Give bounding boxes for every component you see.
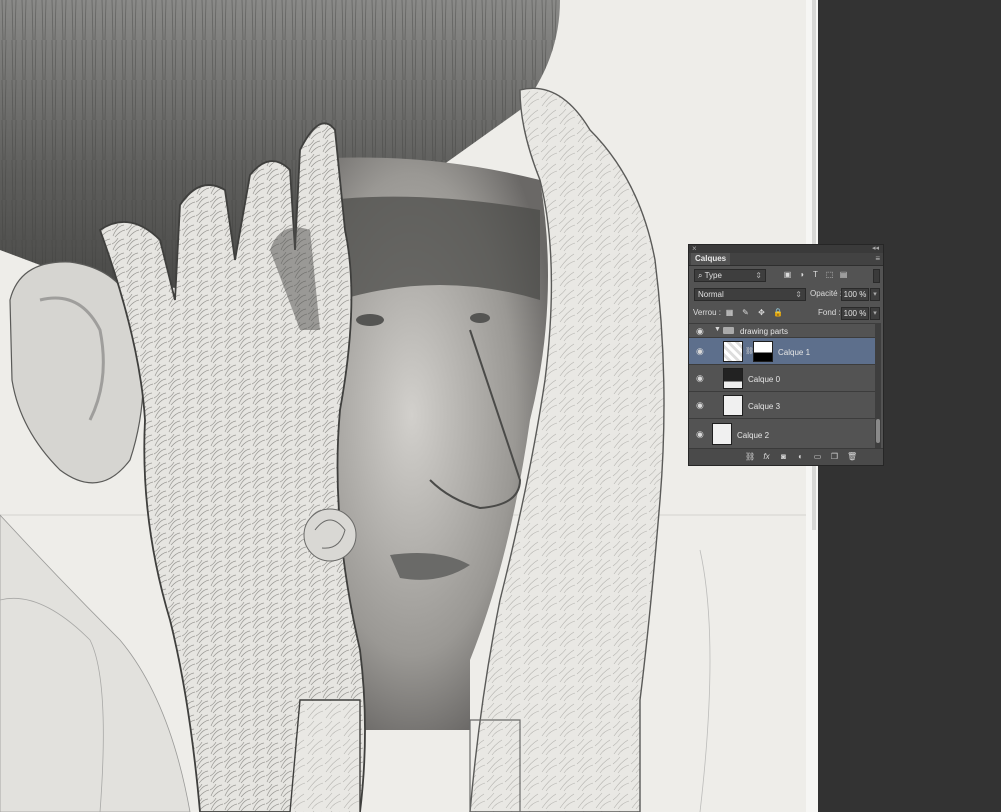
filter-type-select[interactable]: ⌕ Type ⇕ [694,269,766,282]
layer-group-drawing-parts[interactable]: ◉ ▼ drawing parts [689,323,876,337]
new-layer-icon[interactable]: ❐ [830,452,839,461]
eye-icon[interactable]: ◉ [696,400,704,411]
smart-object-filter-icon[interactable]: ▤ [839,270,848,279]
tab-calques[interactable]: Calques [691,253,731,265]
layer-calque-3[interactable]: ◉ Calque 3 [689,391,876,418]
eye-icon[interactable]: ◉ [696,326,704,337]
close-icon[interactable]: × [692,244,697,253]
add-mask-icon[interactable]: ◙ [779,452,788,461]
layer-name: Calque 3 [748,402,781,411]
lock-row: Verrou : ▦ ✎ ✥ 🔒 Fond : 100 % ▾ [689,304,883,323]
lock-icons: ▦ ✎ ✥ 🔒 [725,308,783,317]
mask-thumbnail[interactable] [753,341,773,362]
adjustment-filter-icon[interactable]: ◑ [797,270,806,279]
expand-arrow-icon[interactable]: ▼ [714,326,721,333]
panel-titlebar[interactable]: × ◂◂ [689,244,883,253]
panel-bottom-bar: ⛓ fx ◙ ◐ ▭ ❐ 🗑 [689,448,883,465]
delete-layer-icon[interactable]: 🗑 [847,452,857,461]
search-icon: ⌕ [698,271,703,280]
layer-thumbnail [723,341,743,362]
fill-input[interactable]: 100 % [841,307,869,320]
layers-list: ◉ ▼ drawing parts ◉ ⛓ Calque 1 ◉ Calque … [689,323,876,449]
lock-paint-icon[interactable]: ✎ [741,308,750,317]
fx-icon[interactable]: fx [762,452,771,461]
lock-all-icon[interactable]: 🔒 [773,308,783,317]
fill-label: Fond : [818,308,841,317]
panel-menu-icon[interactable]: ≡ [875,254,880,263]
blend-mode-value: Normal [698,290,724,299]
shape-filter-icon[interactable]: ⬚ [825,270,834,279]
lock-position-icon[interactable]: ✥ [757,308,766,317]
text-filter-icon[interactable]: T [811,270,820,279]
lock-label: Verrou : [693,308,722,317]
blend-mode-select[interactable]: Normal ⇕ [694,288,806,301]
eye-icon[interactable]: ◉ [696,373,704,384]
scrollbar-thumb[interactable] [876,419,880,443]
blend-row: Normal ⇕ Opacité : 100 % ▾ [689,285,883,304]
bottom-icons: ⛓ fx ◙ ◐ ▭ ❐ 🗑 [745,452,857,461]
lock-transparent-icon[interactable]: ▦ [725,308,734,317]
image-filter-icon[interactable]: ▣ [783,270,792,279]
link-layers-icon[interactable]: ⛓ [745,452,755,461]
layer-calque-1[interactable]: ◉ ⛓ Calque 1 [689,337,876,364]
layer-name: Calque 0 [748,375,781,384]
layer-thumbnail [712,423,732,445]
opacity-dropdown[interactable]: ▾ [870,288,880,301]
filter-type-value: Type [704,271,722,280]
chevron-down-icon: ⇕ [795,290,802,299]
eye-icon[interactable]: ◉ [696,429,704,440]
chevron-down-icon: ⇕ [755,271,762,280]
layer-thumbnail [723,395,743,416]
layers-panel: × ◂◂ Calques ≡ ⌕ Type ⇕ ▣ ◑ T ⬚ ▤ Normal… [688,244,884,466]
layer-name: Calque 2 [737,431,770,440]
fill-dropdown[interactable]: ▾ [870,307,880,320]
filter-toggle[interactable] [873,269,880,283]
panel-tab-row: Calques ≡ [689,253,883,266]
filter-icons: ▣ ◑ T ⬚ ▤ [783,270,848,279]
new-group-icon[interactable]: ▭ [813,452,822,461]
layer-calque-2[interactable]: ◉ Calque 2 [689,418,876,449]
opacity-input[interactable]: 100 % [841,288,869,301]
eye-icon[interactable]: ◉ [696,346,704,357]
adjustment-layer-icon[interactable]: ◐ [796,452,805,461]
layer-calque-0[interactable]: ◉ Calque 0 [689,364,876,391]
layers-scrollbar[interactable] [875,323,881,449]
layer-name: Calque 1 [778,348,811,357]
opacity-label: Opacité : [810,289,843,298]
folder-icon [723,327,734,334]
collapse-icon[interactable]: ◂◂ [872,244,879,252]
filter-row: ⌕ Type ⇕ ▣ ◑ T ⬚ ▤ [689,266,883,285]
layer-thumbnail [723,368,743,389]
layer-name: drawing parts [740,327,789,336]
